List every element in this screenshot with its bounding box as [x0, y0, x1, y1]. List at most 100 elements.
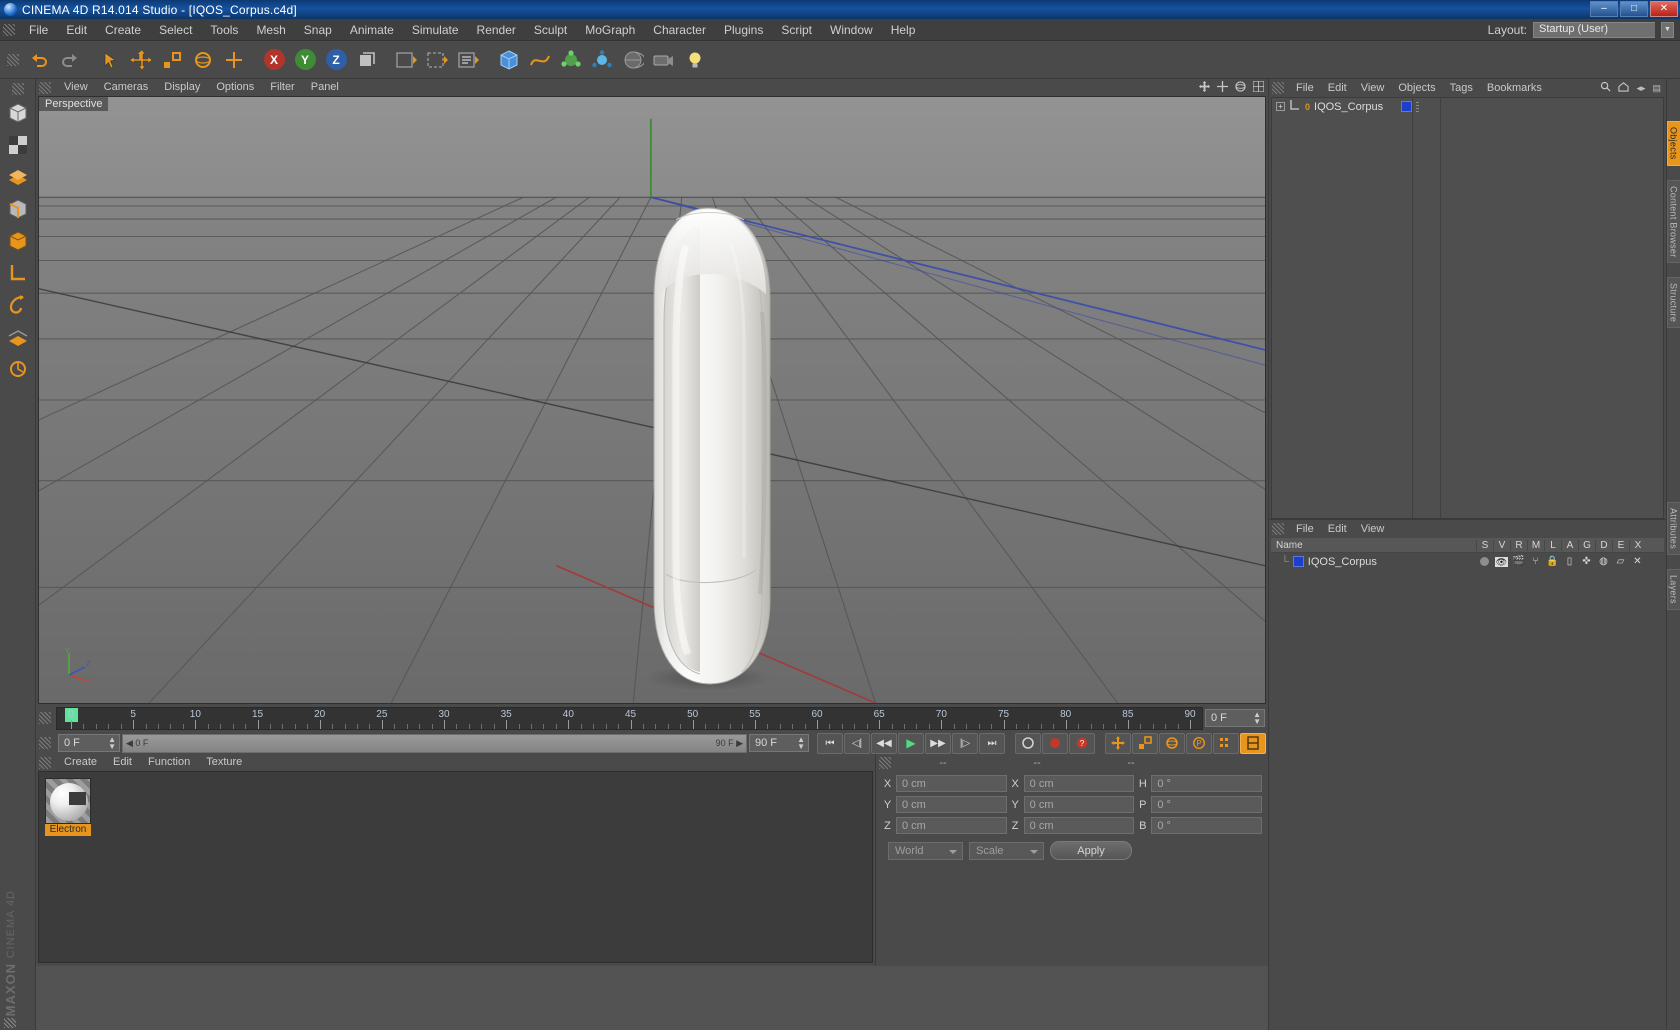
- step-forward-frame-button[interactable]: ▶▶: [925, 733, 951, 754]
- cube-primitive-button[interactable]: [494, 45, 524, 75]
- object-menu-view[interactable]: View: [1354, 79, 1392, 97]
- object-menu-file[interactable]: File: [1289, 79, 1321, 97]
- menu-item-select[interactable]: Select: [150, 19, 201, 41]
- object-tree-row[interactable]: + 0 IQOS_Corpus: [1272, 98, 1663, 115]
- viewport-layout-icon[interactable]: [1253, 81, 1264, 95]
- column-x[interactable]: X: [1629, 540, 1646, 551]
- apply-button[interactable]: Apply: [1050, 841, 1132, 860]
- lock-workplane-button[interactable]: [3, 354, 33, 384]
- material-menu-create[interactable]: Create: [56, 754, 105, 771]
- layer-expression-cell[interactable]: ▱: [1612, 556, 1629, 567]
- goto-start-button[interactable]: ⏮: [817, 733, 843, 754]
- menu-item-character[interactable]: Character: [644, 19, 715, 41]
- texture-mode-button[interactable]: [3, 130, 33, 160]
- layer-visible-cell[interactable]: 👁: [1493, 557, 1510, 567]
- autokeying-button[interactable]: [1015, 733, 1041, 754]
- layer-color-swatch[interactable]: [1293, 556, 1304, 567]
- record-active-objects-button[interactable]: [1042, 733, 1068, 754]
- object-menu-objects[interactable]: Objects: [1391, 79, 1442, 97]
- size-z-field[interactable]: 0 cm: [1024, 817, 1135, 834]
- rotation-h-field[interactable]: 0 °: [1151, 775, 1262, 792]
- viewport-3d[interactable]: Perspective: [38, 96, 1266, 704]
- position-x-field[interactable]: 0 cm: [896, 775, 1007, 792]
- object-layer-swatch[interactable]: [1401, 101, 1412, 112]
- menu-item-help[interactable]: Help: [882, 19, 925, 41]
- rotation-b-field[interactable]: 0 °: [1151, 817, 1262, 834]
- tab-attributes[interactable]: Attributes: [1667, 502, 1680, 555]
- points-mode-button[interactable]: [3, 162, 33, 192]
- layer-deformer-cell[interactable]: ◍: [1595, 556, 1612, 567]
- object-manager-grip[interactable]: [1272, 82, 1284, 94]
- layer-generator-cell[interactable]: ✜: [1578, 556, 1595, 567]
- close-button[interactable]: ✕: [1650, 1, 1678, 17]
- step-forward-keyframe-button[interactable]: |▷: [952, 733, 978, 754]
- point-level-animation-button[interactable]: [1213, 733, 1239, 754]
- menubar-grip[interactable]: [3, 24, 15, 36]
- viewport-menu-cameras[interactable]: Cameras: [96, 79, 157, 96]
- column-v[interactable]: V: [1493, 540, 1510, 551]
- material-list[interactable]: Electron: [38, 771, 873, 963]
- search-icon[interactable]: [1600, 81, 1611, 95]
- material-item[interactable]: Electron: [45, 778, 91, 836]
- parameter-key-button[interactable]: P: [1186, 733, 1212, 754]
- object-menu-bookmarks[interactable]: Bookmarks: [1480, 79, 1549, 97]
- undo-button[interactable]: [24, 45, 54, 75]
- menu-item-simulate[interactable]: Simulate: [403, 19, 468, 41]
- scene-object-button[interactable]: [618, 45, 648, 75]
- viewport-grip[interactable]: [39, 82, 51, 94]
- scale-key-button[interactable]: [1132, 733, 1158, 754]
- generator-button[interactable]: [556, 45, 586, 75]
- model-mode-button[interactable]: [3, 98, 33, 128]
- chevron-down-icon[interactable]: ▼: [1661, 22, 1674, 38]
- menu-item-animate[interactable]: Animate: [341, 19, 403, 41]
- lock-y-axis-button[interactable]: Y: [290, 45, 320, 75]
- menu-item-snap[interactable]: Snap: [295, 19, 341, 41]
- material-menu-function[interactable]: Function: [140, 754, 198, 771]
- column-d[interactable]: D: [1595, 540, 1612, 551]
- polygons-mode-button[interactable]: [3, 226, 33, 256]
- magnet-button[interactable]: [219, 45, 249, 75]
- render-region-button[interactable]: [423, 45, 453, 75]
- render-settings-button[interactable]: [454, 45, 484, 75]
- leftrail-grip[interactable]: [12, 83, 24, 95]
- column-s[interactable]: S: [1476, 540, 1493, 551]
- column-m[interactable]: M: [1527, 540, 1544, 551]
- viewport-menu-display[interactable]: Display: [156, 79, 208, 96]
- menu-item-tools[interactable]: Tools: [201, 19, 247, 41]
- statusbar-grip[interactable]: [4, 1018, 16, 1028]
- toolbar-grip[interactable]: [7, 54, 19, 66]
- collapse-icon[interactable]: ◂▸: [1636, 83, 1645, 94]
- layer-animation-cell[interactable]: ▯: [1561, 556, 1578, 567]
- edges-mode-button[interactable]: [3, 194, 33, 224]
- zoom-icon[interactable]: [1217, 81, 1228, 95]
- axis-mode-button[interactable]: [3, 258, 33, 288]
- layer-name[interactable]: IQOS_Corpus: [1308, 556, 1377, 568]
- menu-item-mograph[interactable]: MoGraph: [576, 19, 644, 41]
- rotate-button[interactable]: [188, 45, 218, 75]
- menu-item-window[interactable]: Window: [821, 19, 882, 41]
- menu-item-sculpt[interactable]: Sculpt: [525, 19, 576, 41]
- viewport-solo-button[interactable]: [3, 322, 33, 352]
- viewport-object-iqos-corpus[interactable]: [630, 202, 790, 692]
- size-x-field[interactable]: 0 cm: [1024, 775, 1135, 792]
- timeline-grip[interactable]: [39, 712, 51, 724]
- transform-mode-dropdown[interactable]: Scale: [969, 842, 1044, 860]
- position-key-button[interactable]: [1105, 733, 1131, 754]
- menu-item-plugins[interactable]: Plugins: [715, 19, 772, 41]
- viewport-menu-panel[interactable]: Panel: [303, 79, 347, 96]
- coordinates-grip[interactable]: [879, 757, 891, 769]
- material-menu-texture[interactable]: Texture: [198, 754, 250, 771]
- column-a[interactable]: A: [1561, 540, 1578, 551]
- object-menu-tags[interactable]: Tags: [1443, 79, 1480, 97]
- layout-dropdown[interactable]: Startup (User): [1533, 22, 1655, 38]
- camera-button[interactable]: [649, 45, 679, 75]
- keyframe-selection-button[interactable]: ?: [1069, 733, 1095, 754]
- position-y-field[interactable]: 0 cm: [896, 796, 1007, 813]
- end-frame-field[interactable]: 90 F ▲▼: [749, 734, 809, 752]
- material-thumbnail[interactable]: [45, 778, 91, 824]
- lock-x-axis-button[interactable]: X: [259, 45, 289, 75]
- keyframe-mode-button[interactable]: [1240, 733, 1266, 754]
- timeline-ruler[interactable]: 051015202530354045505560657075808590: [56, 707, 1203, 730]
- menu-item-script[interactable]: Script: [772, 19, 821, 41]
- object-menu-edit[interactable]: Edit: [1321, 79, 1354, 97]
